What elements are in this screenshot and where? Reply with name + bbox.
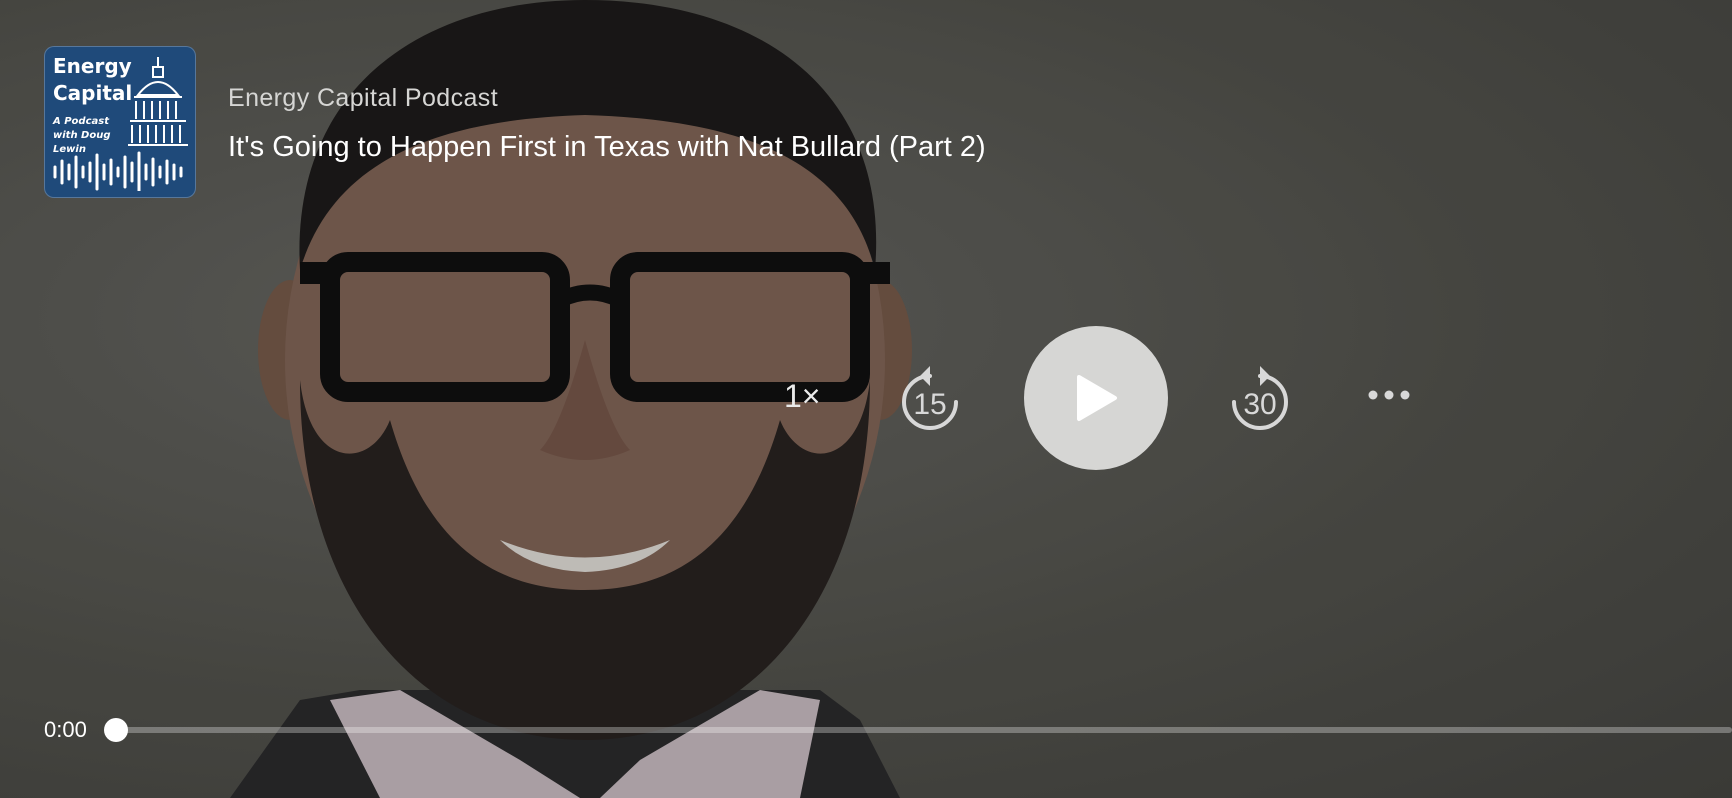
capitol-dome-icon	[128, 57, 188, 146]
skip-back-button[interactable]: 15	[898, 362, 962, 439]
play-button[interactable]	[1024, 326, 1168, 470]
skip-forward-button[interactable]: 30	[1228, 362, 1292, 439]
episode-meta: Energy Capital Podcast It's Going to Hap…	[228, 84, 986, 164]
skip-back-icon: 15	[902, 366, 958, 430]
episode-title[interactable]: It's Going to Happen First in Texas with…	[228, 131, 986, 164]
elapsed-time: 0:00	[44, 717, 87, 742]
skip-back-seconds: 15	[913, 388, 946, 421]
show-name[interactable]: Energy Capital Podcast	[228, 84, 986, 113]
playback-speed-button[interactable]: 1×	[784, 378, 820, 415]
more-options-button[interactable]	[1368, 388, 1410, 406]
progress-scrubber[interactable]	[104, 718, 128, 742]
podcast-player: Energy Capital A Podcast with Doug Lewin	[0, 0, 1732, 798]
skip-forward-seconds: 30	[1243, 388, 1276, 421]
play-icon	[1077, 375, 1117, 421]
skip-forward-icon: 30	[1232, 366, 1288, 430]
podcast-artwork: Energy Capital A Podcast with Doug Lewin	[44, 46, 196, 198]
more-icon	[1368, 390, 1410, 400]
audio-waveform-icon	[53, 151, 183, 191]
progress-track[interactable]	[116, 727, 1732, 733]
